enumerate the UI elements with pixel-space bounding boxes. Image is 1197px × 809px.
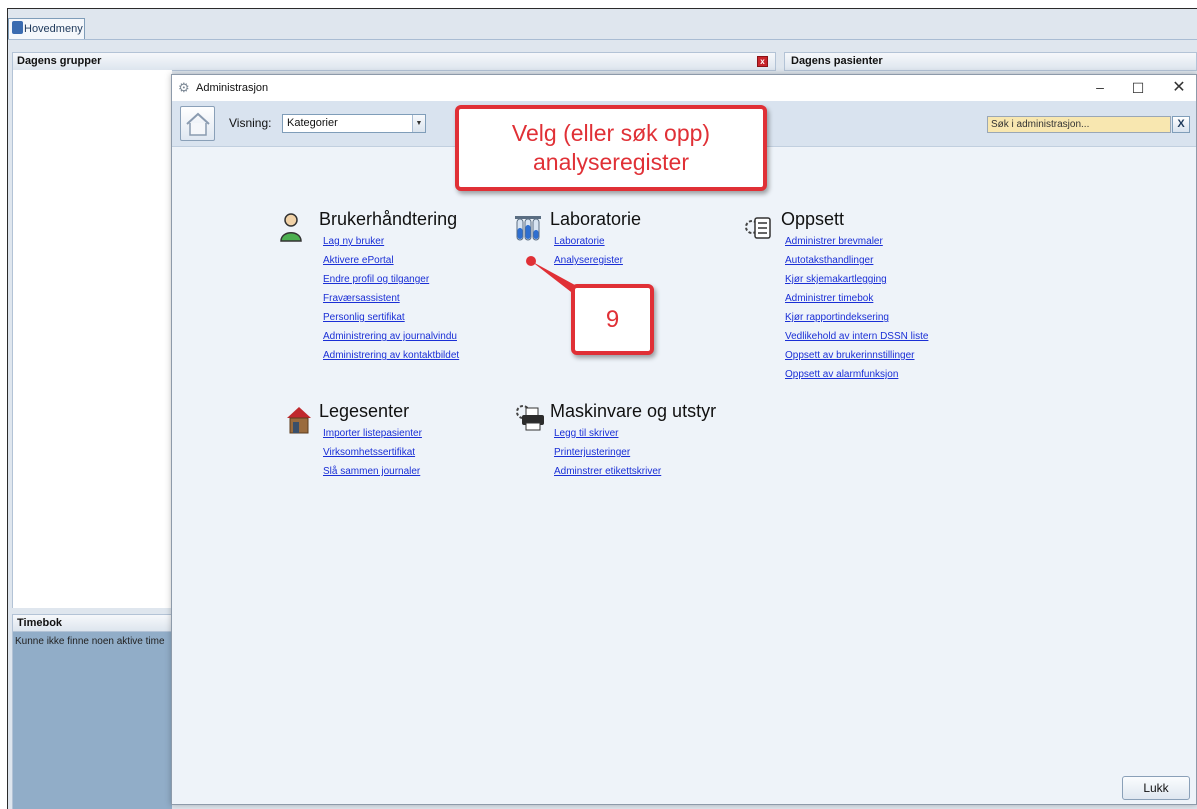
link-printerjusteringer[interactable]: Printerjusteringer bbox=[554, 447, 630, 458]
printer-icon bbox=[514, 402, 546, 432]
timebok-header: Timebok bbox=[12, 614, 172, 632]
tab-hovedmeny[interactable]: Hovedmeny bbox=[8, 18, 85, 39]
maximize-button[interactable]: ☐ bbox=[1128, 80, 1148, 96]
home-button[interactable] bbox=[180, 106, 215, 141]
search-clear-button[interactable]: X bbox=[1172, 116, 1190, 133]
timebok-message: Kunne ikke finne noen aktive time bbox=[15, 636, 165, 647]
instruction-line-2: analyseregister bbox=[533, 149, 689, 175]
link-lag-ny-bruker[interactable]: Lag ny bruker bbox=[323, 236, 384, 247]
house-icon bbox=[286, 404, 312, 434]
step-number-callout: 9 bbox=[571, 284, 654, 355]
close-window-button[interactable]: ✕ bbox=[1168, 79, 1190, 97]
groups-panel bbox=[12, 70, 172, 608]
link-personlig-sertifikat[interactable]: Personlig sertifikat bbox=[323, 312, 405, 323]
minimize-button[interactable]: – bbox=[1090, 80, 1110, 96]
link-virksomhetssertifikat[interactable]: Virksomhetssertifikat bbox=[323, 447, 415, 458]
category-brukerhandtering-title: Brukerhåndtering bbox=[319, 209, 458, 229]
view-label: Visning: bbox=[229, 116, 272, 130]
app-icon bbox=[12, 21, 23, 34]
link-aktivere-eportal[interactable]: Aktivere ePortal bbox=[323, 255, 394, 266]
search-input[interactable]: Søk i administrasjon... bbox=[987, 116, 1171, 133]
link-adminstrer-etikettskriver[interactable]: Adminstrer etikettskriver bbox=[554, 466, 661, 477]
link-sla-sammen-journaler[interactable]: Slå sammen journaler bbox=[323, 466, 420, 477]
home-icon bbox=[186, 112, 210, 136]
category-laboratorie-title: Laboratorie bbox=[550, 209, 642, 229]
link-laboratorie[interactable]: Laboratorie bbox=[554, 236, 605, 247]
view-select[interactable]: Kategorier bbox=[282, 114, 426, 133]
chevron-down-icon[interactable]: ▼ bbox=[412, 115, 425, 132]
link-fravaersassistent[interactable]: Fraværsassistent bbox=[323, 293, 400, 304]
close-icon[interactable]: x bbox=[757, 56, 768, 67]
category-oppsett-title: Oppsett bbox=[781, 209, 845, 229]
link-importer-listepasienter[interactable]: Importer listepasienter bbox=[323, 428, 422, 439]
gear-icon: ⚙ bbox=[178, 80, 190, 95]
link-vedlikehold-dssn[interactable]: Vedlikehold av intern DSSN liste bbox=[785, 331, 928, 342]
link-oppsett-brukerinnstillinger[interactable]: Oppsett av brukerinnstillinger bbox=[785, 350, 915, 361]
link-kjor-rapportindeksering[interactable]: Kjør rapportindeksering bbox=[785, 312, 889, 323]
category-legesenter-title: Legesenter bbox=[319, 401, 410, 421]
link-oppsett-alarmfunksjon[interactable]: Oppsett av alarmfunksjon bbox=[785, 369, 898, 380]
link-administrer-brevmaler[interactable]: Administrer brevmaler bbox=[785, 236, 883, 247]
user-icon bbox=[278, 210, 304, 244]
link-administrering-kontaktbildet[interactable]: Administrering av kontaktbildet bbox=[323, 350, 459, 361]
link-administrer-timebok[interactable]: Administrer timebok bbox=[785, 293, 873, 304]
settings-list-icon bbox=[744, 214, 772, 242]
instruction-line-1: Velg (eller søk opp) bbox=[511, 120, 711, 146]
test-tubes-icon bbox=[514, 214, 542, 242]
groups-panel-header: Dagens grupper bbox=[12, 52, 776, 71]
instruction-callout: Velg (eller søk opp) analyseregister bbox=[455, 105, 767, 191]
category-maskinvare-title: Maskinvare og utstyr bbox=[550, 401, 717, 421]
tab-hovedmeny-label: Hovedmeny bbox=[24, 23, 83, 35]
link-legg-til-skriver[interactable]: Legg til skriver bbox=[554, 428, 618, 439]
tab-divider bbox=[8, 39, 1197, 40]
link-administrering-journalvindu[interactable]: Administrering av journalvindu bbox=[323, 331, 457, 342]
dialog-titlebar[interactable] bbox=[172, 75, 1196, 101]
link-kjor-skjemakartlegging[interactable]: Kjør skjemakartlegging bbox=[785, 274, 887, 285]
timebok-panel bbox=[12, 632, 172, 809]
patients-panel-header: Dagens pasienter bbox=[784, 52, 1197, 71]
link-autotaksthandlinger[interactable]: Autotaksthandlinger bbox=[785, 255, 873, 266]
link-endre-profil[interactable]: Endre profil og tilganger bbox=[323, 274, 429, 285]
close-button[interactable]: Lukk bbox=[1122, 776, 1190, 800]
dialog-title: Administrasjon bbox=[196, 82, 269, 94]
